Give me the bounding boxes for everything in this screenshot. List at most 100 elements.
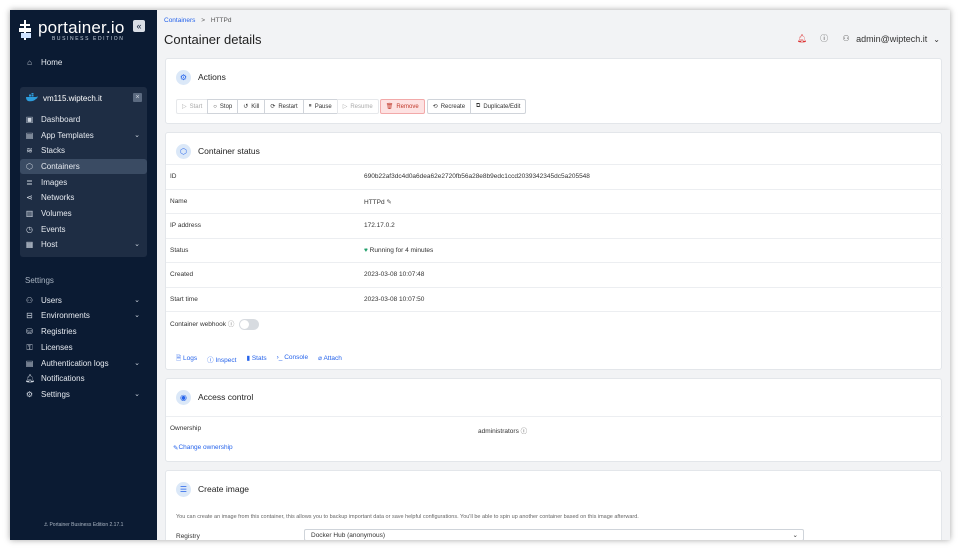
sidebar-item-registries[interactable]: ⛁ Registries: [20, 324, 147, 339]
container-status-title: Container status: [198, 146, 260, 156]
sidebar-item-app-templates[interactable]: ▤ App Templates ⌄: [20, 128, 147, 143]
duplicate-edit-button[interactable]: ⧉ Duplicate/Edit: [470, 99, 527, 114]
sidebar-item-environments[interactable]: ⊟ Environments ⌄: [20, 308, 147, 323]
inspect-link[interactable]: ⓘ Inspect: [207, 354, 236, 365]
environment-name: vm115.wiptech.it: [43, 94, 102, 103]
docker-icon: [26, 93, 38, 102]
chevron-down-icon[interactable]: ⌄: [933, 35, 940, 44]
webhook-label-wrap: Container webhook ⓘ: [170, 318, 260, 330]
webhook-toggle[interactable]: [239, 318, 260, 330]
help-icon[interactable]: ⓘ: [817, 32, 831, 46]
registry-select-value: Docker Hub (anonymous): [311, 532, 386, 539]
user-menu-area: 🔔︎ ⓘ ⚇ admin@wiptech.it ⌄: [787, 32, 940, 46]
trash-icon: 🗑︎: [385, 104, 394, 110]
status-row-name: Name HTTPd ✎: [166, 189, 943, 213]
ownership-label: Ownership: [170, 425, 202, 432]
eye-icon: ◉: [176, 389, 191, 405]
sidebar-item-home[interactable]: ⌂ Home: [20, 55, 147, 70]
portainer-logo[interactable]: portainer.io BUSINESS EDITION: [18, 18, 125, 42]
sidebar-item-label: Authentication logs: [41, 359, 109, 368]
host-icon: ▦: [25, 240, 34, 249]
remove-button[interactable]: 🗑︎ Remove: [379, 99, 425, 114]
sidebar-item-dashboard[interactable]: ▣ Dashboard: [20, 112, 147, 127]
sidebar-footer: ⚓︎ Portainer Business Edition 2.17.1: [10, 522, 157, 528]
sidebar-item-containers[interactable]: ⬡ Containers: [20, 159, 147, 174]
notification-bell-icon[interactable]: 🔔︎: [795, 32, 809, 46]
chevron-down-icon: ⌄: [134, 241, 140, 248]
sidebar-item-stacks[interactable]: ≋ Stacks: [20, 143, 147, 158]
gear-icon: ⚙: [25, 390, 34, 399]
logs-link[interactable]: 🗎︎ Logs: [176, 354, 197, 365]
sidebar-item-users[interactable]: ⚇ Users ⌄: [20, 293, 147, 308]
stop-button-label: Stop: [219, 103, 233, 110]
version-text: Portainer Business Edition 2.17.1: [49, 522, 124, 528]
stop-button[interactable]: ○ Stop: [207, 99, 239, 114]
status-row-status: Status ♥ Running for 4 minutes: [166, 238, 943, 262]
access-control-card: ◉ Access control Ownership administrator…: [165, 378, 943, 462]
sidebar-item-images[interactable]: ≣ Images: [20, 175, 147, 190]
edit-icon[interactable]: ✎: [386, 199, 391, 206]
chevron-down-icon: ⌄: [134, 360, 140, 367]
start-button-label: Start: [189, 103, 203, 110]
sidebar-item-volumes[interactable]: ▥ Volumes: [20, 206, 147, 221]
start-button[interactable]: ▷ Start: [176, 99, 209, 114]
sidebar: portainer.io BUSINESS EDITION « ⌂ Home v…: [10, 10, 157, 540]
sidebar-item-label: Registries: [41, 327, 77, 336]
breadcrumb-containers-link[interactable]: Containers: [164, 17, 195, 24]
row-value: 2023-03-08 10:07:50: [364, 296, 425, 303]
stats-link[interactable]: ▮ Stats: [246, 354, 266, 365]
sidebar-item-label: Notifications: [41, 374, 85, 383]
sidebar-item-licenses[interactable]: ⚿ Licenses: [20, 340, 147, 355]
sidebar-item-label: Users: [41, 296, 62, 305]
breadcrumb-separator: >: [201, 17, 206, 24]
create-image-description: You can create an image from this contai…: [176, 514, 639, 520]
row-value: 690b22af3dc4d0a6dea62e2720fb56a28e8b9edc…: [364, 173, 590, 180]
console-link-label: Console: [284, 354, 309, 361]
collapse-sidebar-button[interactable]: «: [133, 20, 145, 32]
sidebar-item-settings[interactable]: ⚙ Settings ⌄: [20, 387, 147, 402]
row-value: 2023-03-08 10:07:48: [364, 271, 425, 278]
close-environment-button[interactable]: ×: [133, 93, 142, 102]
events-icon: ◷: [26, 225, 33, 234]
sidebar-item-events[interactable]: ◷ Events: [20, 222, 147, 237]
sidebar-item-host[interactable]: ▦ Host ⌄: [20, 237, 147, 252]
status-value-wrap: ♥ Running for 4 minutes: [364, 247, 433, 254]
restart-button-label: Restart: [278, 103, 298, 110]
sidebar-item-authentication-logs[interactable]: ▤ Authentication logs ⌄: [20, 356, 147, 371]
chevron-down-icon: ⌄: [134, 391, 140, 398]
webhook-row: Container webhook ⓘ: [166, 311, 943, 335]
chevron-down-icon: ⌄: [134, 312, 140, 319]
key-icon: ⚿: [26, 343, 33, 352]
change-ownership-link[interactable]: ✎ Change ownership: [173, 444, 233, 452]
refresh-icon: ⟳: [270, 104, 276, 110]
recreate-button[interactable]: ⟲ Recreate: [426, 99, 472, 114]
app-window: portainer.io BUSINESS EDITION « ⌂ Home v…: [10, 10, 950, 540]
user-menu-name[interactable]: admin@wiptech.it: [856, 34, 927, 44]
stacks-icon: ≋: [26, 146, 33, 155]
attach-link[interactable]: ⌀ Attach: [318, 354, 342, 365]
breadcrumb: Containers > HTTPd: [164, 17, 231, 24]
registry-label: Registry: [176, 533, 200, 540]
console-link[interactable]: ›_ Console: [277, 354, 308, 365]
pause-button[interactable]: ⏸︎ Pause: [302, 99, 338, 114]
volume-icon: ▥: [25, 209, 34, 218]
sidebar-item-label: App Templates: [41, 131, 94, 140]
copy-icon: ⧉: [476, 103, 481, 109]
registry-select[interactable]: Docker Hub (anonymous) ⌄: [304, 529, 804, 540]
stats-link-label: Stats: [251, 355, 267, 362]
home-icon: ⌂: [27, 58, 32, 67]
row-key: Name: [170, 198, 188, 205]
sidebar-item-networks[interactable]: ⋖ Networks: [20, 190, 147, 205]
resume-button-label: Resume: [350, 103, 373, 110]
sidebar-item-notifications[interactable]: 🔔︎ Notifications: [20, 371, 147, 386]
heartbeat-icon: ♥: [364, 247, 368, 254]
recreate-icon: ⟲: [432, 104, 438, 110]
kill-button[interactable]: ↺ Kill: [237, 99, 266, 114]
create-image-card: ☰ Create image You can create an image f…: [165, 470, 942, 540]
sidebar-item-label: Licenses: [41, 343, 73, 352]
resume-button[interactable]: ▷ Resume: [336, 99, 379, 114]
attach-link-label: Attach: [323, 355, 342, 362]
restart-button[interactable]: ⟳ Restart: [264, 99, 304, 114]
sidebar-item-label: Settings: [41, 390, 70, 399]
sidebar-item-label: Stacks: [41, 146, 66, 155]
